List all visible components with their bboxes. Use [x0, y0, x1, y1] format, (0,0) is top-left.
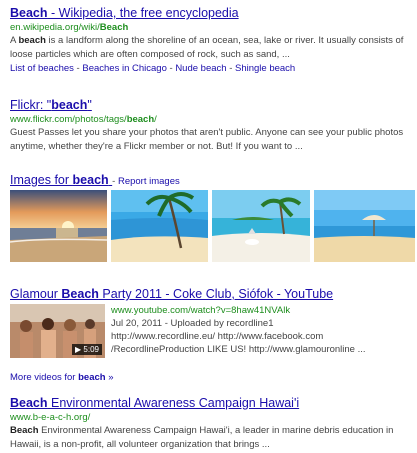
title-text: ": [87, 98, 92, 112]
result-title-link[interactable]: Beach Environmental Awareness Campaign H…: [10, 396, 299, 410]
images-heading: Images for beach - Report images: [10, 173, 415, 189]
title-text: Glamour: [10, 287, 62, 301]
result-url: www.flickr.com/photos/tags/beach/: [10, 113, 415, 126]
snippet-keyword: beach: [18, 35, 46, 46]
result-url: www.b-e-a-c-h.org/: [10, 412, 91, 423]
sitelink-separator: -: [76, 63, 80, 74]
result-url: en.wikipedia.org/wiki/Beach: [10, 21, 415, 34]
more-videos-link[interactable]: More videos for beach »: [10, 372, 114, 383]
more-videos-text: More videos for: [10, 372, 79, 383]
result-hawaii: Beach Environmental Awareness Campaign H…: [10, 396, 415, 452]
url-keyword: beach: [126, 114, 155, 125]
result-snippet: Beach Environmental Awareness Campaign H…: [10, 424, 415, 452]
video-description: http://www.recordline.eu/ http://www.fac…: [111, 331, 366, 355]
result-title-link[interactable]: Flickr: "beach": [10, 98, 92, 112]
video-url: www.youtube.com/watch?v=8haw41NVAlk: [111, 305, 291, 316]
result-wikipedia: Beach - Wikipedia, the free encyclopedia…: [10, 6, 415, 75]
result-flickr: Flickr: "beach" www.flickr.com/photos/ta…: [10, 98, 415, 154]
result-snippet: Guest Passes let you share your photos t…: [10, 127, 404, 152]
video-date-line: Jul 20, 2011 - Uploaded by recordline1: [111, 318, 274, 329]
result-title: Glamour Beach Party 2011 - Coke Club, Si…: [10, 287, 415, 302]
result-video: Glamour Beach Party 2011 - Coke Club, Si…: [10, 287, 415, 302]
video-meta: www.youtube.com/watch?v=8haw41NVAlk Jul …: [111, 304, 415, 356]
images-heading-text: Images for: [10, 173, 73, 187]
image-strip: [10, 190, 415, 262]
more-videos-chevron: »: [105, 372, 114, 383]
more-videos-row: More videos for beach »: [10, 367, 415, 385]
sitelink-shingle-beach[interactable]: Shingle beach: [235, 63, 295, 74]
report-images-link[interactable]: Report images: [118, 176, 180, 187]
snippet-text: is a landform along the shoreline of an …: [10, 35, 404, 60]
sitelink-list-of-beaches[interactable]: List of beaches: [10, 63, 74, 74]
image-thumbnail-umbrella-beach[interactable]: [314, 190, 415, 262]
title-text: - Wikipedia, the free encyclopedia: [47, 6, 239, 20]
images-heading-keyword: beach: [72, 173, 109, 187]
result-title-link[interactable]: Glamour Beach Party 2011 - Coke Club, Si…: [10, 287, 333, 301]
title-text: Party 2011 - Coke Club, Siófok - YouTube: [98, 287, 334, 301]
image-thumbnail-palm-beach[interactable]: [111, 190, 208, 262]
video-body: ▶ 5:09 www.youtube.com/watch?v=8haw41NVA…: [10, 304, 415, 360]
result-title-link[interactable]: Beach - Wikipedia, the free encyclopedia: [10, 6, 239, 20]
more-videos-keyword: beach: [78, 372, 106, 383]
images-heading-link[interactable]: Images for beach: [10, 173, 112, 187]
result-title: Beach - Wikipedia, the free encyclopedia: [10, 6, 415, 21]
image-thumbnail-sunset-beach[interactable]: [10, 190, 107, 262]
title-text: Flickr: ": [10, 98, 52, 112]
sitelinks: List of beaches - Beaches in Chicago - N…: [10, 62, 415, 75]
result-title: Beach Environmental Awareness Campaign H…: [10, 396, 415, 411]
result-snippet: A beach is a landform along the shorelin…: [10, 34, 415, 62]
sitelink-nude-beach[interactable]: Nude beach: [175, 63, 226, 74]
title-keyword: Beach: [10, 6, 48, 20]
video-duration-badge: ▶ 5:09: [72, 344, 102, 355]
snippet-keyword: Beach: [10, 425, 39, 436]
video-thumbnail[interactable]: ▶ 5:09: [10, 304, 105, 358]
url-text: www.flickr.com/photos/tags/: [10, 114, 127, 125]
title-keyword: beach: [51, 98, 88, 112]
url-text: en.wikipedia.org/wiki/: [10, 22, 100, 33]
images-heading-row: Images for beach - Report images: [10, 173, 415, 189]
sitelink-separator: -: [169, 63, 173, 74]
title-text: Environmental Awareness Campaign Hawai'i: [47, 396, 300, 410]
title-keyword: Beach: [61, 287, 99, 301]
search-results-page: Beach - Wikipedia, the free encyclopedia…: [0, 0, 417, 453]
snippet-text: Environmental Awareness Campaign Hawai'i…: [10, 425, 394, 450]
sitelink-beaches-in-chicago[interactable]: Beaches in Chicago: [82, 63, 167, 74]
image-thumbnail-island-beach[interactable]: [212, 190, 310, 262]
url-keyword: Beach: [99, 22, 129, 33]
title-keyword: Beach: [10, 396, 48, 410]
result-title: Flickr: "beach": [10, 98, 415, 113]
sitelink-separator: -: [229, 63, 233, 74]
url-text: /: [154, 114, 157, 125]
